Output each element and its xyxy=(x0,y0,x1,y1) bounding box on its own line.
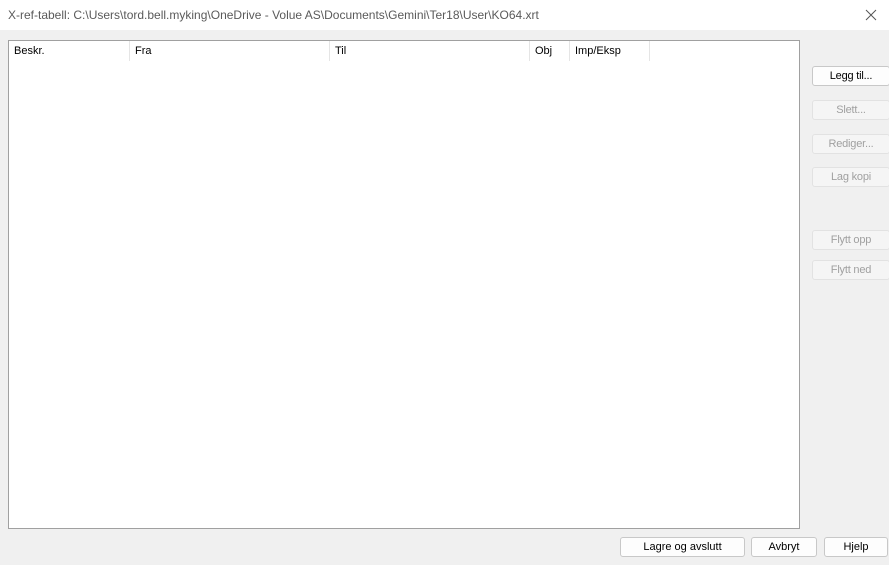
edit-button[interactable]: Rediger... xyxy=(812,134,889,154)
close-button[interactable] xyxy=(853,0,889,30)
table-header: Beskr. Fra Til Obj Imp/Eksp xyxy=(9,41,799,61)
title-bar: X-ref-tabell: C:\Users\tord.bell.myking\… xyxy=(0,0,889,30)
xref-table[interactable]: Beskr. Fra Til Obj Imp/Eksp xyxy=(8,40,800,529)
column-header-til[interactable]: Til xyxy=(330,41,530,61)
column-header-obj[interactable]: Obj xyxy=(530,41,570,61)
save-and-exit-button[interactable]: Lagre og avslutt xyxy=(620,537,745,557)
column-header-fra[interactable]: Fra xyxy=(130,41,330,61)
add-button[interactable]: Legg til... xyxy=(812,66,889,86)
cancel-button[interactable]: Avbryt xyxy=(751,537,817,557)
window-title: X-ref-tabell: C:\Users\tord.bell.myking\… xyxy=(8,8,539,22)
close-icon xyxy=(865,9,877,21)
help-button[interactable]: Hjelp xyxy=(824,537,888,557)
delete-button[interactable]: Slett... xyxy=(812,100,889,120)
column-header-imp-eksp[interactable]: Imp/Eksp xyxy=(570,41,650,61)
column-header-beskr[interactable]: Beskr. xyxy=(9,41,130,61)
move-up-button[interactable]: Flytt opp xyxy=(812,230,889,250)
move-down-button[interactable]: Flytt ned xyxy=(812,260,889,280)
copy-button[interactable]: Lag kopi xyxy=(812,167,889,187)
